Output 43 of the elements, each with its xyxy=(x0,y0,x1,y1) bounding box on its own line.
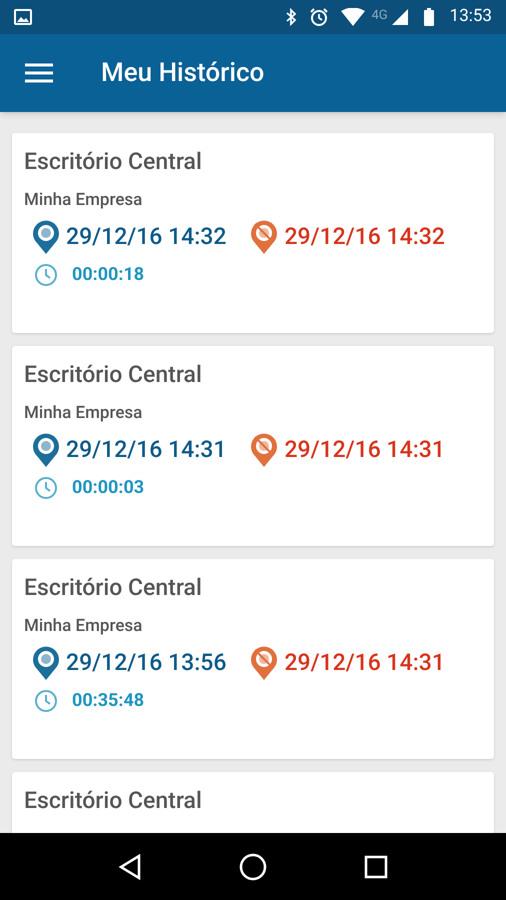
home-icon[interactable] xyxy=(238,852,267,880)
recents-icon[interactable] xyxy=(364,854,388,878)
check-out-pin-icon xyxy=(250,219,278,255)
clock-time: 13:53 xyxy=(450,5,492,28)
image-icon xyxy=(14,9,32,25)
place-name: Escritório Central xyxy=(24,573,203,603)
menu-icon xyxy=(25,63,53,83)
wifi-icon xyxy=(341,8,366,26)
clock-icon xyxy=(34,476,58,500)
check-in-pin-icon xyxy=(32,219,60,255)
place-name: Escritório Central xyxy=(24,786,203,816)
company-name: Minha Empresa xyxy=(24,189,144,211)
check-out-pin-icon xyxy=(250,645,278,681)
battery-icon xyxy=(424,8,434,26)
check-out-time: 29/12/16 14:31 xyxy=(284,648,445,678)
check-out-time: 29/12/16 14:31 xyxy=(284,434,445,465)
screen-title: Meu Histórico xyxy=(101,56,264,90)
alarm-icon xyxy=(309,7,330,27)
history-card[interactable]: Escritório Central Minha Empresa 29/12/16 14:31 29/12/16 14:31 00:00:03 xyxy=(12,346,494,546)
history-card[interactable]: Escritório Central Minha Empresa 29/12/16 13:56 29/12/16 14:31 00:35:48 xyxy=(12,559,494,759)
clock-icon xyxy=(34,262,58,286)
bluetooth-icon xyxy=(285,8,298,26)
history-card[interactable]: Escritório Central Minha Empresa 29/12/16 14:32 29/12/16 14:32 00:00:18 xyxy=(12,133,494,333)
menu-button[interactable] xyxy=(24,61,54,85)
place-name: Escritório Central xyxy=(24,147,203,177)
check-out-time: 29/12/16 14:32 xyxy=(284,222,445,252)
check-in-time: 29/12/16 14:31 xyxy=(66,434,226,465)
duration: 00:00:03 xyxy=(72,476,144,500)
check-in-pin-icon xyxy=(32,645,60,681)
check-in-pin-icon xyxy=(32,432,60,468)
duration: 00:35:48 xyxy=(72,689,144,713)
company-name: Minha Empresa xyxy=(24,615,144,637)
duration: 00:00:18 xyxy=(72,263,144,287)
back-icon[interactable] xyxy=(118,854,142,880)
check-in-time: 29/12/16 13:56 xyxy=(66,648,226,678)
clock-icon xyxy=(34,688,58,712)
history-card[interactable]: Escritório Central xyxy=(12,772,494,833)
check-out-pin-icon xyxy=(250,432,278,468)
network-type: 4G xyxy=(371,7,388,25)
company-name: Minha Empresa xyxy=(24,402,144,424)
check-in-time: 29/12/16 14:32 xyxy=(66,222,226,252)
place-name: Escritório Central xyxy=(24,360,203,390)
signal-icon xyxy=(392,9,408,25)
